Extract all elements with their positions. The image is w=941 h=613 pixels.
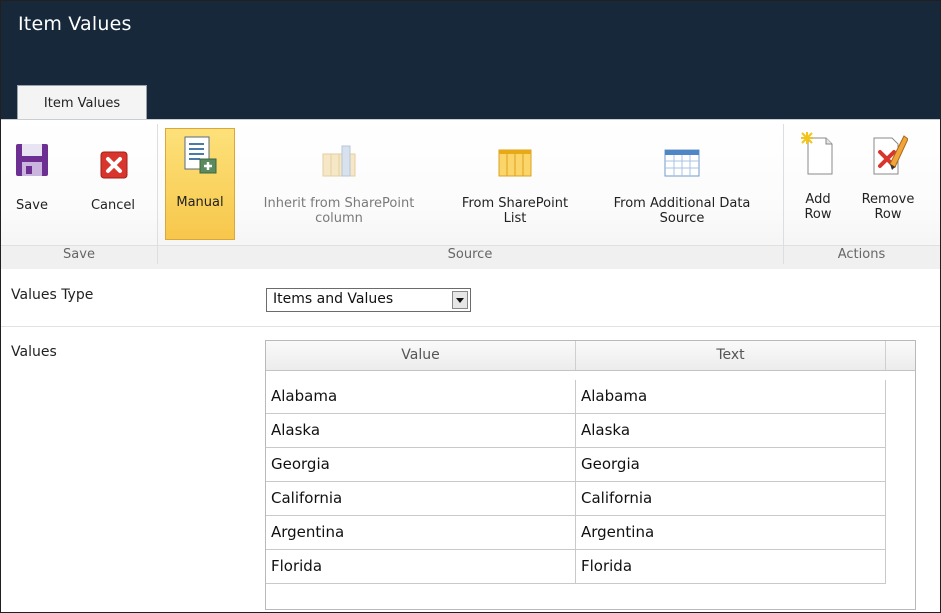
add-row-label-1: Add bbox=[805, 192, 831, 207]
text-cell[interactable]: Alabama bbox=[576, 380, 886, 413]
values-type-label: Values Type bbox=[11, 287, 94, 303]
new-row-icon bbox=[801, 132, 833, 175]
table-row[interactable]: Georgia Georgia bbox=[266, 448, 886, 482]
source-group-label: Source bbox=[447, 247, 493, 262]
text-cell[interactable]: Florida bbox=[576, 550, 886, 583]
text-cell[interactable]: Argentina bbox=[576, 516, 886, 549]
from-additional-label-1: From Additional Data bbox=[613, 196, 751, 211]
item-values-window: Item Values Item Values Save Cancel Save bbox=[0, 0, 941, 613]
from-additional-label-2: Source bbox=[659, 211, 705, 226]
ribbon-separator bbox=[783, 124, 784, 264]
remove-row-label-1: Remove bbox=[861, 192, 915, 207]
window-title: Item Values bbox=[18, 13, 132, 35]
column-header-text[interactable]: Text bbox=[576, 341, 886, 370]
from-sharepoint-list-button[interactable]: From SharePoint List bbox=[441, 140, 589, 240]
manual-button-label: Manual bbox=[176, 195, 224, 210]
cancel-x-icon bbox=[100, 151, 128, 179]
value-cell[interactable]: California bbox=[266, 482, 576, 515]
from-list-label-1: From SharePoint bbox=[461, 196, 569, 211]
list-icon bbox=[498, 149, 532, 177]
floppy-disk-icon bbox=[16, 144, 48, 176]
manual-button[interactable]: Manual bbox=[165, 128, 235, 240]
table-row[interactable]: Alaska Alaska bbox=[266, 414, 886, 448]
column-header-value[interactable]: Value bbox=[266, 341, 576, 370]
values-type-select[interactable]: Items and Values bbox=[266, 288, 471, 312]
table-row[interactable]: Alabama Alabama bbox=[266, 380, 886, 414]
cancel-button[interactable]: Cancel bbox=[83, 140, 143, 240]
save-group-label: Save bbox=[63, 247, 95, 262]
actions-group-label: Actions bbox=[837, 247, 886, 262]
tab-item-values[interactable]: Item Values bbox=[17, 85, 147, 120]
save-button-label: Save bbox=[16, 198, 48, 213]
column-icon bbox=[322, 145, 356, 177]
from-list-label-2: List bbox=[503, 211, 527, 226]
title-bar: Item Values Item Values bbox=[1, 1, 940, 120]
table-row[interactable]: Florida Florida bbox=[266, 550, 886, 584]
manual-edit-icon bbox=[184, 136, 217, 174]
remove-row-button[interactable]: Remove Row bbox=[857, 130, 919, 240]
value-cell[interactable]: Argentina bbox=[266, 516, 576, 549]
from-additional-data-source-button[interactable]: From Additional Data Source bbox=[589, 140, 775, 240]
data-table-icon bbox=[664, 149, 700, 177]
save-button[interactable]: Save bbox=[9, 140, 55, 240]
chevron-down-icon[interactable] bbox=[452, 291, 468, 309]
table-row[interactable]: Argentina Argentina bbox=[266, 516, 886, 550]
text-cell[interactable]: Alaska bbox=[576, 414, 886, 447]
add-row-label-2: Row bbox=[804, 207, 832, 222]
table-row[interactable]: California California bbox=[266, 482, 886, 516]
value-cell[interactable]: Florida bbox=[266, 550, 576, 583]
value-cell[interactable]: Georgia bbox=[266, 448, 576, 481]
remove-row-label-2: Row bbox=[874, 207, 902, 222]
grid-header: Value Text bbox=[266, 341, 915, 371]
values-grid: Value Text Alabama Alabama Alaska Alaska… bbox=[265, 340, 916, 610]
remove-row-icon bbox=[873, 135, 908, 175]
values-type-selected: Items and Values bbox=[273, 291, 394, 307]
add-row-button[interactable]: Add Row bbox=[795, 130, 841, 240]
text-cell[interactable]: California bbox=[576, 482, 886, 515]
text-cell[interactable]: Georgia bbox=[576, 448, 886, 481]
inherit-button-label-2: column bbox=[315, 211, 363, 226]
value-cell[interactable]: Alaska bbox=[266, 414, 576, 447]
value-cell[interactable]: Alabama bbox=[266, 380, 576, 413]
cancel-button-label: Cancel bbox=[90, 198, 136, 213]
inherit-button-label-1: Inherit from SharePoint bbox=[263, 196, 415, 211]
values-label: Values bbox=[11, 344, 57, 360]
ribbon: Save Cancel Save Manual Inherit from Sha… bbox=[1, 119, 940, 269]
inherit-from-sharepoint-column-button[interactable]: Inherit from SharePoint column bbox=[237, 140, 441, 240]
ribbon-separator bbox=[157, 124, 158, 264]
